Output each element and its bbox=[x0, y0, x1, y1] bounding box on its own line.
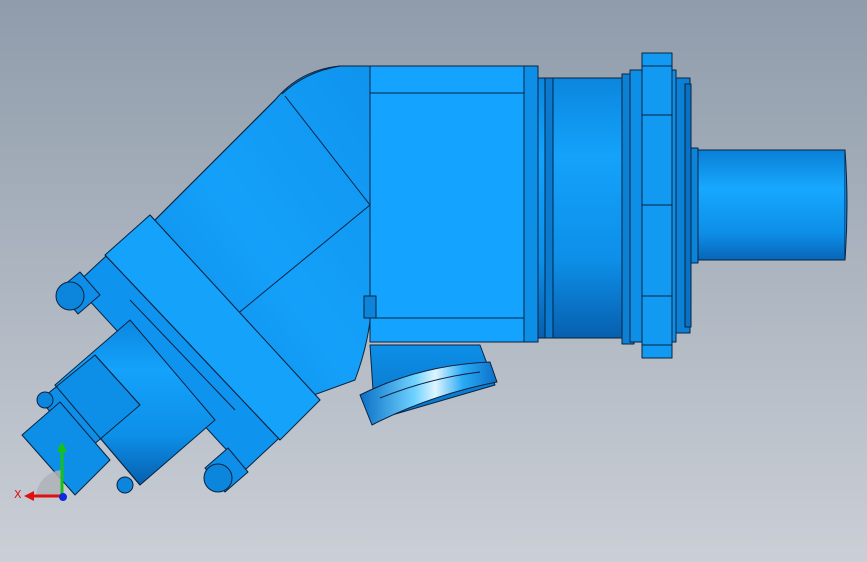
drive-shaft[interactable] bbox=[687, 147, 848, 264]
cad-viewport[interactable]: X Y bbox=[0, 0, 867, 562]
x-axis-label: X bbox=[14, 488, 22, 501]
cad-canvas[interactable]: X Y bbox=[0, 0, 867, 562]
main-body[interactable] bbox=[369, 65, 539, 343]
body-collar[interactable] bbox=[363, 295, 377, 319]
y-axis-label: Y bbox=[57, 444, 65, 457]
hex-nut[interactable] bbox=[629, 52, 677, 359]
